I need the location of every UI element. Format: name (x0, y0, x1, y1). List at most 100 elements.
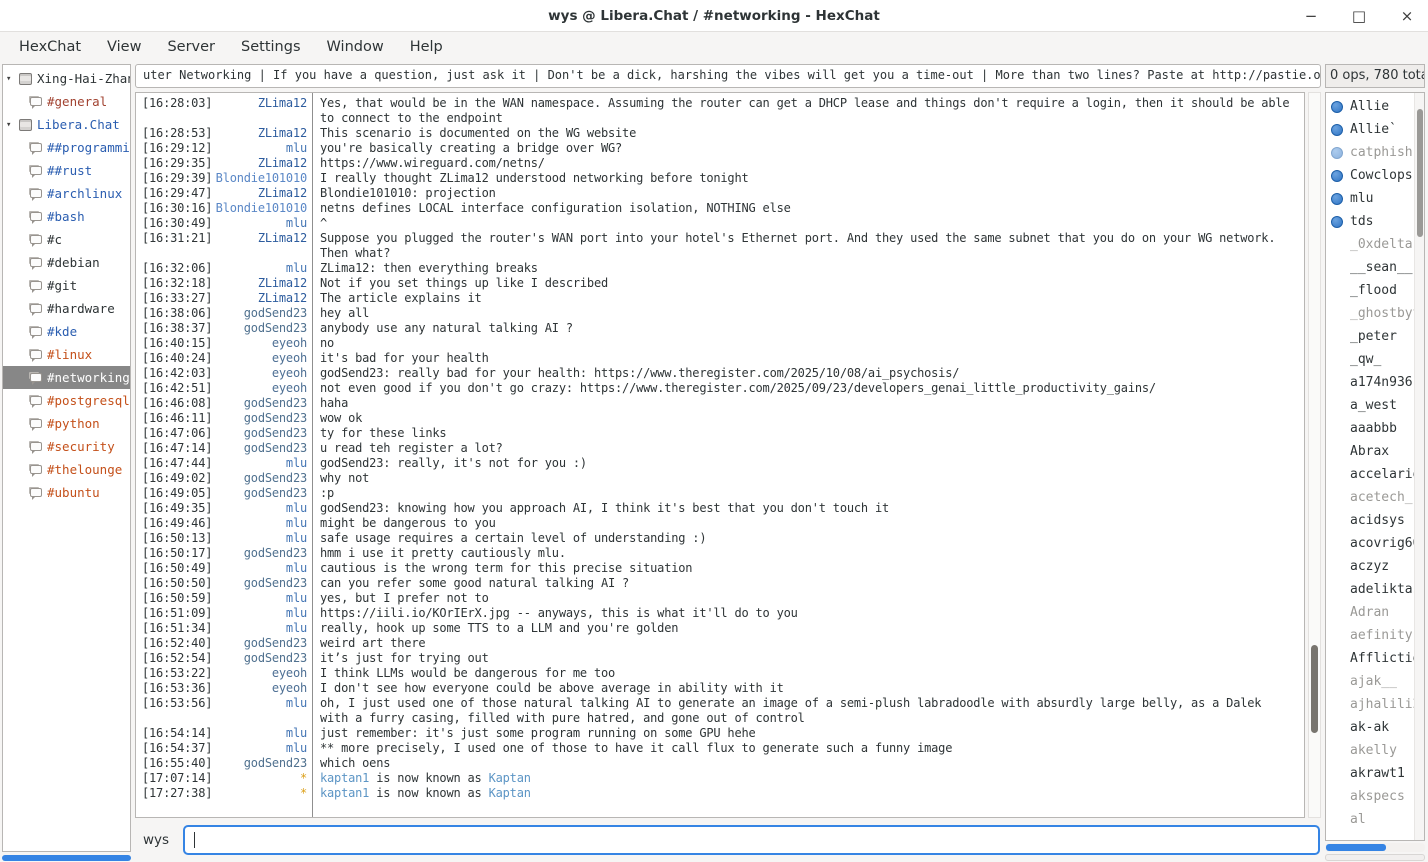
userlist-vscrollbar[interactable] (1414, 93, 1424, 840)
nick[interactable]: mlu (286, 741, 307, 756)
nick[interactable]: ZLima12 (258, 186, 307, 201)
user-list-item[interactable]: acidsys (1326, 509, 1424, 532)
nick[interactable]: godSend23 (244, 396, 307, 411)
nick[interactable]: godSend23 (244, 321, 307, 336)
menu-item-server[interactable]: Server (154, 32, 228, 62)
nick[interactable]: mlu (286, 456, 307, 471)
nick[interactable]: * (300, 786, 307, 801)
user-list-item[interactable]: a174n936 (1326, 371, 1424, 394)
nick-separator-line[interactable] (312, 93, 313, 817)
nick[interactable]: mlu (286, 261, 307, 276)
nick[interactable]: mlu (286, 501, 307, 516)
user-list-item[interactable]: akrawt1 (1326, 762, 1424, 785)
user-list-item[interactable]: adeliktas (1326, 578, 1424, 601)
nick[interactable]: mlu (286, 696, 307, 726)
nick[interactable]: eyeoh (272, 366, 307, 381)
nick[interactable]: godSend23 (244, 426, 307, 441)
tree-channel-linux[interactable]: #linux (3, 343, 130, 366)
user-list-item[interactable]: __sean__ (1326, 256, 1424, 279)
tree-channel-thelounge[interactable]: #thelounge (3, 458, 130, 481)
nick[interactable]: mlu (286, 591, 307, 606)
user-list-item[interactable]: Cowclops` (1326, 164, 1424, 187)
userlist-vscrollbar-thumb[interactable] (1417, 109, 1423, 237)
user-list-item[interactable]: Afflictio (1326, 647, 1424, 670)
user-list-item[interactable]: _peter (1326, 325, 1424, 348)
userlist-hscrollbar-thumb[interactable] (1326, 844, 1386, 851)
nick[interactable]: godSend23 (244, 636, 307, 651)
user-list-item[interactable]: tds (1326, 210, 1424, 233)
expander-icon[interactable]: ▾ (6, 74, 19, 84)
tree-network-xing-hai-zhan[interactable]: ▾Xing-Hai-Zhan (3, 67, 130, 90)
tree-channel-archlinux[interactable]: #archlinux (3, 182, 130, 205)
menu-item-view[interactable]: View (94, 32, 154, 62)
tree-channel-git[interactable]: #git (3, 274, 130, 297)
tree-channel-postgresql[interactable]: #postgresql (3, 389, 130, 412)
nick[interactable]: godSend23 (244, 441, 307, 456)
chat-vscrollbar-thumb[interactable] (1311, 645, 1318, 733)
nick[interactable]: mlu (286, 561, 307, 576)
nick[interactable]: eyeoh (272, 381, 307, 396)
nick[interactable]: ZLima12 (258, 156, 307, 171)
nick[interactable]: eyeoh (272, 336, 307, 351)
tree-channel-rust[interactable]: ##rust (3, 159, 130, 182)
tree-channel-python[interactable]: #python (3, 412, 130, 435)
nick[interactable]: godSend23 (244, 576, 307, 591)
chat-vscrollbar[interactable] (1308, 92, 1321, 818)
user-list-item[interactable]: a_west (1326, 394, 1424, 417)
tree-network-libera.chat[interactable]: ▾Libera.Chat (3, 113, 130, 136)
nick[interactable]: godSend23 (244, 411, 307, 426)
user-list-item[interactable]: _ghostbyt (1326, 302, 1424, 325)
tree-channel-general[interactable]: #general (3, 90, 130, 113)
nick[interactable]: ZLima12 (258, 96, 307, 126)
user-list-item[interactable]: al (1326, 808, 1424, 831)
nick[interactable]: eyeoh (272, 666, 307, 681)
menu-item-settings[interactable]: Settings (228, 32, 313, 62)
tree-channel-kde[interactable]: #kde (3, 320, 130, 343)
nick[interactable]: godSend23 (244, 471, 307, 486)
user-list-item[interactable]: akspecs (1326, 785, 1424, 808)
userlist-hscrollbar[interactable] (1325, 843, 1425, 852)
channel-tree-hscrollbar[interactable] (2, 855, 131, 861)
nick[interactable]: Blondie101010 (216, 171, 307, 186)
nick[interactable]: godSend23 (244, 546, 307, 561)
nick[interactable]: mlu (286, 516, 307, 531)
tree-channel-ubuntu[interactable]: #ubuntu (3, 481, 130, 504)
nick[interactable]: ZLima12 (258, 231, 307, 261)
tree-channel-c[interactable]: #c (3, 228, 130, 251)
user-list-item[interactable]: aefinity (1326, 624, 1424, 647)
nick[interactable]: eyeoh (272, 681, 307, 696)
tree-channel-bash[interactable]: #bash (3, 205, 130, 228)
user-list-item[interactable]: aczyz (1326, 555, 1424, 578)
menu-item-window[interactable]: Window (314, 32, 397, 62)
user-list-item[interactable]: Abrax (1326, 440, 1424, 463)
minimize-button[interactable]: − (1300, 5, 1322, 27)
message-input[interactable] (183, 825, 1320, 855)
user-list-item[interactable]: Allie (1326, 95, 1424, 118)
user-list-item[interactable]: acetech_ (1326, 486, 1424, 509)
nick[interactable]: mlu (286, 621, 307, 636)
tree-channel-security[interactable]: #security (3, 435, 130, 458)
topic-bar[interactable]: uter Networking | If you have a question… (135, 64, 1321, 88)
menu-item-help[interactable]: Help (397, 32, 456, 62)
nick[interactable]: eyeoh (272, 351, 307, 366)
user-list-item[interactable]: catphish (1326, 141, 1424, 164)
nick[interactable]: Blondie101010 (216, 201, 307, 216)
nick[interactable]: godSend23 (244, 651, 307, 666)
user-list-item[interactable]: aaabbb (1326, 417, 1424, 440)
nick[interactable]: godSend23 (244, 756, 307, 771)
tree-channel-debian[interactable]: #debian (3, 251, 130, 274)
user-list-item[interactable]: ajak__ (1326, 670, 1424, 693)
nick[interactable]: ZLima12 (258, 276, 307, 291)
own-nick-label[interactable]: wys (143, 832, 169, 848)
user-list-item[interactable]: _flood (1326, 279, 1424, 302)
nick[interactable]: mlu (286, 141, 307, 156)
close-button[interactable]: × (1396, 5, 1418, 27)
nick[interactable]: * (300, 771, 307, 786)
user-list-item[interactable]: _0xdelta (1326, 233, 1424, 256)
nick[interactable]: ZLima12 (258, 126, 307, 141)
nick[interactable]: godSend23 (244, 306, 307, 321)
user-list-item[interactable]: akelly (1326, 739, 1424, 762)
expander-icon[interactable]: ▾ (6, 120, 19, 130)
nick[interactable]: mlu (286, 726, 307, 741)
user-list-item[interactable]: accelario (1326, 463, 1424, 486)
